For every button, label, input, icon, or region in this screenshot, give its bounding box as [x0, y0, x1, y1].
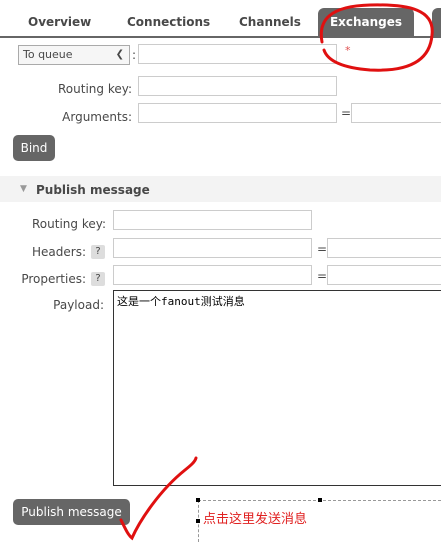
publish-routing-key-label: Routing key:: [32, 217, 106, 231]
publish-routing-key-input[interactable]: [113, 210, 312, 230]
destination-type-value: To queue: [23, 48, 73, 61]
properties-label: Properties:: [21, 272, 86, 286]
collapse-arrow-icon[interactable]: ▼: [20, 184, 27, 194]
headers-help-icon[interactable]: ?: [91, 245, 105, 259]
destination-name-input[interactable]: [138, 44, 337, 64]
properties-value-input[interactable]: [327, 265, 441, 285]
resize-handle: [196, 519, 200, 523]
tab-channels[interactable]: Channels: [239, 8, 301, 36]
chevron-down-icon: ❮: [115, 49, 124, 60]
required-marker: *: [345, 44, 351, 57]
tab-queues-partial[interactable]: [432, 8, 441, 36]
tab-connections[interactable]: Connections: [127, 8, 210, 36]
destination-type-select[interactable]: To queue ❮: [18, 45, 130, 65]
bind-button[interactable]: Bind: [13, 135, 55, 161]
payload-textarea[interactable]: 这是一个fanout测试消息: [113, 290, 441, 486]
routing-key-input[interactable]: [138, 76, 337, 96]
annotation-note: 点击这里发送消息: [198, 500, 441, 542]
publish-section-title: Publish message: [36, 183, 150, 197]
headers-label: Headers:: [32, 245, 86, 259]
top-nav: Overview Connections Channels Exchanges: [0, 0, 441, 36]
headers-value-input[interactable]: [327, 238, 441, 258]
arguments-key-input[interactable]: [138, 103, 337, 123]
properties-key-input[interactable]: [113, 265, 312, 285]
properties-equals: =: [317, 269, 328, 283]
arguments-label: Arguments:: [62, 110, 132, 124]
resize-handle: [318, 498, 322, 502]
routing-key-label: Routing key:: [58, 82, 132, 96]
properties-help-icon[interactable]: ?: [91, 272, 105, 286]
arguments-equals: =: [341, 106, 352, 120]
nav-underline: [0, 36, 441, 38]
destination-colon: :: [132, 48, 137, 62]
resize-handle: [196, 498, 200, 502]
publish-message-button[interactable]: Publish message: [13, 499, 130, 525]
headers-equals: =: [317, 242, 328, 256]
headers-key-input[interactable]: [113, 238, 312, 258]
tab-exchanges[interactable]: Exchanges: [318, 8, 414, 36]
tab-overview[interactable]: Overview: [28, 8, 91, 36]
payload-label: Payload:: [53, 298, 104, 312]
arguments-value-input[interactable]: [351, 103, 441, 123]
